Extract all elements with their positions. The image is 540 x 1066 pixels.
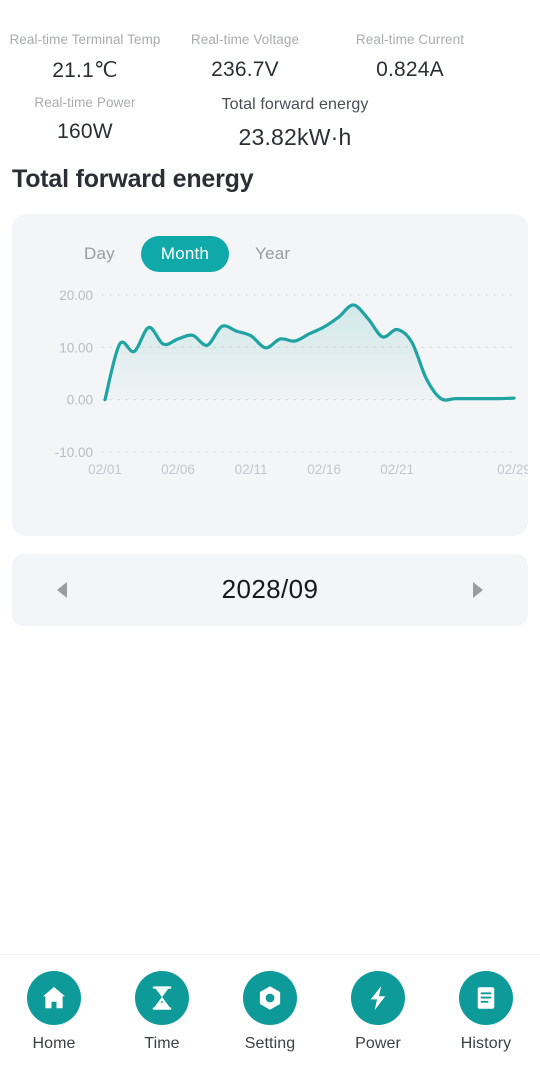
svg-text:02/21: 02/21: [380, 462, 414, 477]
svg-text:20.00: 20.00: [59, 288, 93, 303]
metrics-row-2: Real-time Power 160W Total forward energ…: [0, 93, 540, 151]
metric-value: 236.7V: [211, 57, 279, 81]
triangle-left-icon: [57, 581, 67, 598]
metric-power: Real-time Power 160W: [0, 93, 170, 151]
nav-label: History: [460, 1035, 512, 1052]
chart-card: Day Month Year 20.00 10.00 0.00 -10.00 02/01…: [12, 213, 528, 536]
metric-total-forward-energy: Total forward energy 23.82kW·h: [170, 93, 420, 151]
metric-value: 23.82kW·h: [238, 123, 352, 150]
metric-label: Real-time Voltage: [190, 32, 300, 47]
nav-icon-circle: [351, 971, 405, 1025]
nav-item-setting[interactable]: Setting: [216, 971, 324, 1053]
metric-terminal-temp: Real-time Terminal Temp 21.1℃: [0, 30, 170, 83]
page-title: Total forward energy: [12, 164, 254, 193]
nav-label: Time: [144, 1035, 180, 1052]
tab-day[interactable]: Day: [64, 236, 135, 272]
nav-label: Home: [32, 1035, 76, 1052]
svg-text:10.00: 10.00: [59, 340, 93, 355]
metrics-panel: Real-time Terminal Temp 21.1℃ Real-time …: [0, 0, 540, 151]
line-chart-svg: 20.00 10.00 0.00 -10.00 02/01 02/06 02/11 02/16…: [55, 288, 528, 477]
hourglass-icon: [152, 986, 172, 1010]
metric-value: 160W: [57, 120, 113, 144]
metrics-row-1: Real-time Terminal Temp 21.1℃ Real-time …: [0, 30, 540, 83]
tab-month[interactable]: Month: [140, 235, 230, 272]
svg-text:02/01: 02/01: [88, 462, 122, 477]
svg-text:0.00: 0.00: [67, 392, 93, 407]
next-month-button[interactable]: [464, 577, 490, 603]
svg-text:02/16: 02/16: [307, 462, 341, 477]
metric-value: 0.824A: [376, 57, 444, 81]
lightning-bolt-icon: [370, 986, 386, 1010]
metric-label: Real-time Current: [355, 32, 465, 47]
nav-item-power[interactable]: Power: [324, 971, 432, 1053]
nav-item-history[interactable]: History: [432, 971, 540, 1053]
nav-icon-circle: [459, 971, 513, 1025]
nav-item-home[interactable]: Home: [0, 971, 108, 1053]
metric-label: Total forward energy: [221, 95, 369, 113]
metric-current: Real-time Current 0.824A: [320, 30, 500, 83]
range-tabs: Day Month Year: [12, 214, 528, 272]
tab-year[interactable]: Year: [235, 236, 310, 272]
home-icon: [43, 987, 65, 1009]
nav-item-time[interactable]: Time: [108, 971, 216, 1053]
month-selector: 2028/09: [12, 553, 528, 626]
nav-label: Power: [355, 1035, 401, 1052]
metric-label: Real-time Power: [34, 94, 136, 110]
svg-text:02/11: 02/11: [235, 462, 268, 477]
nav-icon-circle: [243, 971, 297, 1025]
bottom-navigation: Home Time Setting Power History: [0, 954, 540, 1066]
svg-text:02/29: 02/29: [497, 462, 528, 477]
svg-text:-10.00: -10.00: [55, 445, 93, 460]
svg-text:02/06: 02/06: [161, 462, 195, 477]
month-value: 2028/09: [221, 574, 319, 605]
line-chart: 20.00 10.00 0.00 -10.00 02/01 02/06 02/11 02/16…: [12, 276, 528, 536]
nav-icon-circle: [135, 971, 189, 1025]
document-list-icon: [477, 987, 495, 1009]
nav-icon-circle: [27, 971, 81, 1025]
prev-month-button[interactable]: [50, 577, 76, 603]
nav-label: Setting: [244, 1035, 296, 1052]
gear-hexagon-icon: [259, 986, 281, 1010]
triangle-right-icon: [472, 581, 483, 598]
metric-voltage: Real-time Voltage 236.7V: [170, 30, 320, 83]
metric-value: 21.1℃: [52, 58, 118, 82]
metric-label: Real-time Terminal Temp: [9, 32, 161, 47]
